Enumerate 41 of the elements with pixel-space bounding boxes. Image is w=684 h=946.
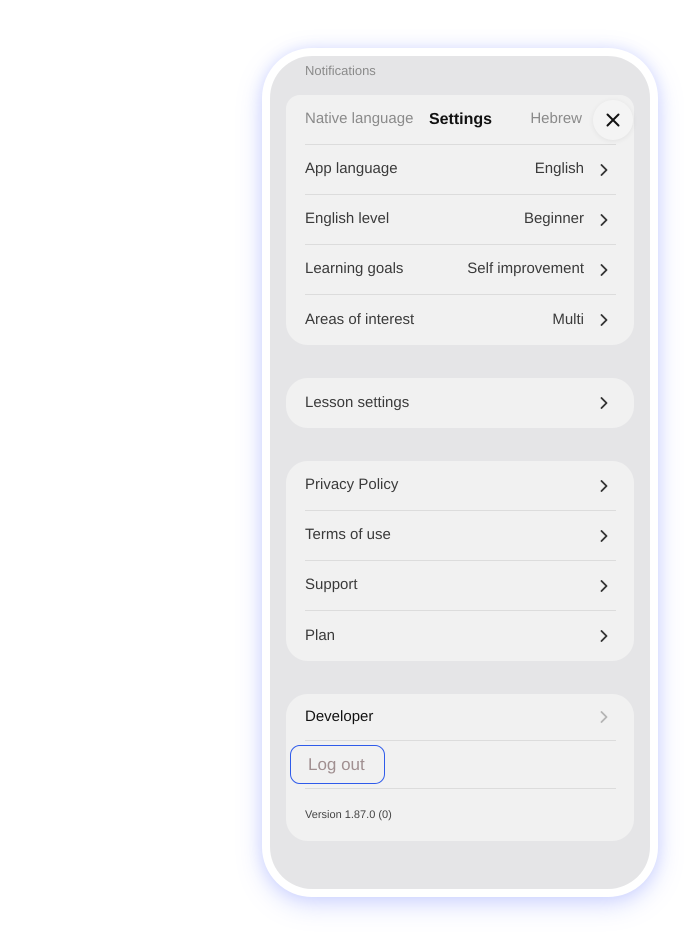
setting-value: Hebrew	[530, 109, 582, 130]
setting-label: Privacy Policy	[305, 475, 398, 496]
setting-value: Multi	[552, 310, 584, 330]
chevron-right-icon	[600, 314, 608, 326]
setting-label: Support	[305, 575, 358, 596]
chevron-right-icon	[600, 630, 608, 642]
chevron-right-icon	[600, 264, 608, 276]
section-heading: Notifications	[304, 62, 377, 80]
settings-row[interactable]: Terms of use	[305, 511, 616, 561]
settings-row[interactable]: Learning goals Self improvement	[305, 245, 616, 295]
close-icon	[606, 112, 620, 126]
setting-label: Lesson settings	[305, 392, 410, 413]
setting-label: Terms of use	[305, 525, 391, 546]
setting-value: English	[534, 159, 584, 180]
settings-row[interactable]: Lesson settings	[305, 378, 616, 428]
chevron-right-icon	[600, 214, 608, 226]
settings-row[interactable]: Developer	[305, 694, 616, 741]
chevron-right-icon	[600, 580, 608, 592]
settings-row[interactable]: Support	[305, 561, 616, 611]
setting-label: Developer	[305, 706, 374, 727]
chevron-right-icon	[600, 480, 608, 492]
setting-label: App language	[305, 159, 398, 180]
setting-label: Plan	[305, 626, 336, 646]
setting-label: English level	[305, 209, 390, 230]
setting-label: Areas of interest	[305, 310, 414, 330]
setting-label: Native language	[305, 109, 414, 130]
chevron-right-icon	[600, 711, 608, 723]
sheet-title: Settings	[428, 110, 492, 130]
settings-row[interactable]: App language English	[305, 145, 616, 195]
setting-label: Learning goals	[305, 259, 404, 280]
settings-row[interactable]: Privacy Policy	[305, 461, 616, 511]
chevron-right-icon	[600, 164, 608, 176]
chevron-right-icon	[600, 397, 608, 409]
close-button[interactable]	[593, 100, 633, 140]
setting-value: Self improvement	[467, 259, 584, 280]
chevron-right-icon	[600, 530, 608, 542]
settings-row[interactable]: Areas of interest Multi	[305, 295, 616, 345]
setting-value: Beginner	[524, 209, 584, 230]
settings-row[interactable]: English level Beginner	[305, 195, 616, 245]
version-text: Version 1.87.0 (0)	[305, 808, 393, 823]
settings-row[interactable]: Plan	[305, 611, 616, 661]
